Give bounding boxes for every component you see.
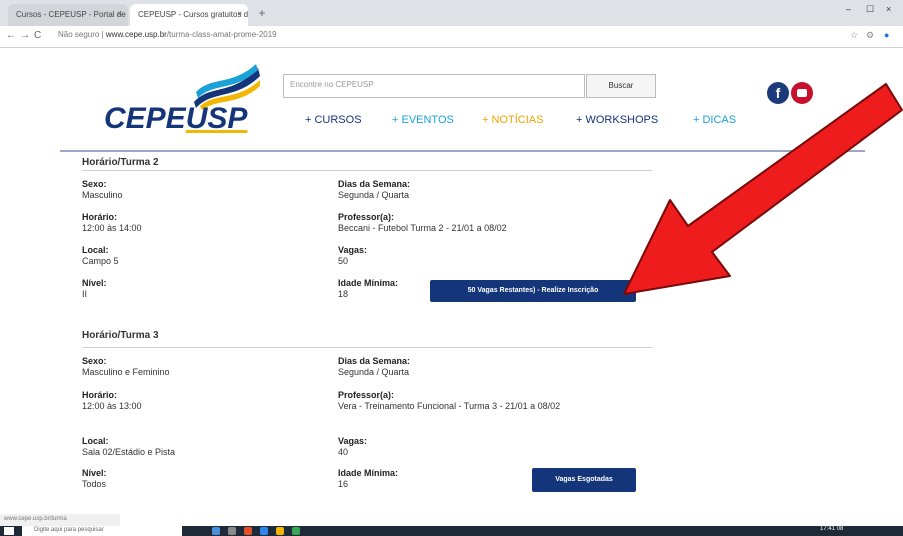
tab-1-title: Cursos - CEPEUSP - Portal de ... xyxy=(16,10,128,19)
turma-2-nivel-label: Nível: xyxy=(82,278,107,288)
menu-item-noticias[interactable]: + NOTÍCIAS xyxy=(482,114,543,126)
turma-2-horario-label: Horário: xyxy=(82,212,118,222)
turma-2-professor-value: Beccani - Futebol Turma 2 - 21/01 a 08/0… xyxy=(338,223,507,233)
turma-3-vagas-label: Vagas: xyxy=(338,436,368,446)
reload-icon[interactable]: C xyxy=(34,30,41,41)
new-tab-icon[interactable]: + xyxy=(254,6,270,22)
turma-2-vagas-label: Vagas: xyxy=(338,245,368,255)
taskbar-search-input[interactable]: Digite aqui para pesquisar xyxy=(22,526,182,536)
taskbar-app-icon[interactable] xyxy=(260,527,268,535)
turma-2-idade-value: 18 xyxy=(338,289,349,299)
turma-2-vagas-value: 50 xyxy=(338,256,349,266)
taskbar-app-icon[interactable] xyxy=(292,527,300,535)
turma-2-nivel-value: II xyxy=(82,289,88,299)
turma-3-sexo-value: Masculino e Feminino xyxy=(82,367,170,377)
minimize-icon[interactable]: – xyxy=(846,4,851,14)
turma-3-horario-value: 12:00 às 13:00 xyxy=(82,401,142,411)
taskbar-clock: 17:41 08 xyxy=(820,526,844,532)
turma-3-professor-value: Vera - Treinamento Funcional - Turma 3 -… xyxy=(338,401,561,411)
turma-2-horario-value: 12:00 às 14:00 xyxy=(82,223,142,233)
turma-3-sexo-label: Sexo: xyxy=(82,356,107,366)
taskbar-app-icon[interactable] xyxy=(276,527,284,535)
turma-2-sexo-value: Masculino xyxy=(82,190,123,200)
turma-2-sexo-label: Sexo: xyxy=(82,179,107,189)
turma-3-professor-label: Professor(a): xyxy=(338,390,395,400)
turma-3-idade-value: 16 xyxy=(338,479,349,489)
taskbar-app-icon[interactable] xyxy=(228,527,236,535)
windows-start-icon[interactable] xyxy=(4,527,14,535)
logo-main: CEPE xyxy=(104,102,186,135)
turma-2-title: Horário/Turma 2 xyxy=(82,157,159,168)
forward-icon[interactable]: → xyxy=(20,30,30,41)
turma-3-nivel-value: Todos xyxy=(82,479,107,489)
security-label: Não seguro xyxy=(58,30,100,39)
taskbar-app-icon[interactable] xyxy=(244,527,252,535)
turma-3-horario-label: Horário: xyxy=(82,390,118,400)
turma-3-divider xyxy=(82,347,652,348)
turma-3-local-value: Sala 02/Estádio e Pista xyxy=(82,447,176,457)
extension-icon[interactable]: ⚙ xyxy=(866,30,874,41)
turma-2-professor-label: Professor(a): xyxy=(338,212,395,222)
star-icon[interactable]: ☆ xyxy=(850,30,858,41)
tab-1-close-icon[interactable]: × xyxy=(117,9,122,18)
turma-2-dias-label: Dias da Semana: xyxy=(338,179,411,189)
turma-2-divider xyxy=(82,170,652,171)
turma-2-dias-value: Segunda / Quarta xyxy=(338,190,410,200)
screenshot-root: Cursos - CEPEUSP - Portal de ... × CEPEU… xyxy=(0,0,903,536)
turma-3-nivel-label: Nível: xyxy=(82,468,107,478)
turma-3-dias-label: Dias da Semana: xyxy=(338,356,411,366)
site-logo[interactable]: CEPEUSP xyxy=(104,102,247,136)
search-input[interactable]: Encontre no CEPEUSP xyxy=(283,74,585,98)
menu-item-cursos[interactable]: + CURSOS xyxy=(305,114,362,126)
back-icon[interactable]: ← xyxy=(6,30,16,41)
maximize-icon[interactable]: ☐ xyxy=(866,4,874,15)
browser-tab-1[interactable]: Cursos - CEPEUSP - Portal de ... × xyxy=(8,4,128,26)
red-arrow-annotation xyxy=(623,83,903,295)
tab-2-title: CEPEUSP - Cursos gratuitos d... xyxy=(138,10,248,19)
vagas-esgotadas-button[interactable]: Vagas Esgotadas xyxy=(532,468,636,492)
turma-3-title: Horário/Turma 3 xyxy=(82,330,159,341)
turma-3-dias-value: Segunda / Quarta xyxy=(338,367,410,377)
browser-tab-2[interactable]: CEPEUSP - Cursos gratuitos d... × xyxy=(130,4,248,26)
turma-3-idade-label: Idade Mínima: xyxy=(338,468,399,478)
turma-3-vagas-value: 40 xyxy=(338,447,349,457)
browser-tab-bar: Cursos - CEPEUSP - Portal de ... × CEPEU… xyxy=(0,0,903,26)
turma-2-local-value: Campo 5 xyxy=(82,256,119,266)
turma-2-idade-label: Idade Mínima: xyxy=(338,278,399,288)
realize-inscricao-button[interactable]: 50 Vagas Restantes) - Realize Inscrição xyxy=(430,280,636,302)
browser-address-bar: ← → C Não seguro | www.cepe.usp.br/turma… xyxy=(0,26,903,48)
taskbar-app-icon[interactable] xyxy=(212,527,220,535)
close-window-icon[interactable]: × xyxy=(886,4,891,14)
browser-status-bar: www.cepe.usp.br/turma xyxy=(0,514,120,526)
url-domain: www.cepe.usp.br xyxy=(105,30,167,39)
turma-3-local-label: Local: xyxy=(82,436,109,446)
profile-icon[interactable]: ● xyxy=(884,30,889,40)
tab-2-close-icon[interactable]: × xyxy=(237,9,242,18)
url-field[interactable]: Não seguro | www.cepe.usp.br/turma-class… xyxy=(58,30,277,39)
logo-accent: USP xyxy=(185,102,248,135)
turma-2-local-label: Local: xyxy=(82,245,109,255)
url-path: /turma-class-amat-prome-2019 xyxy=(166,30,277,39)
menu-item-eventos[interactable]: + EVENTOS xyxy=(392,114,454,126)
